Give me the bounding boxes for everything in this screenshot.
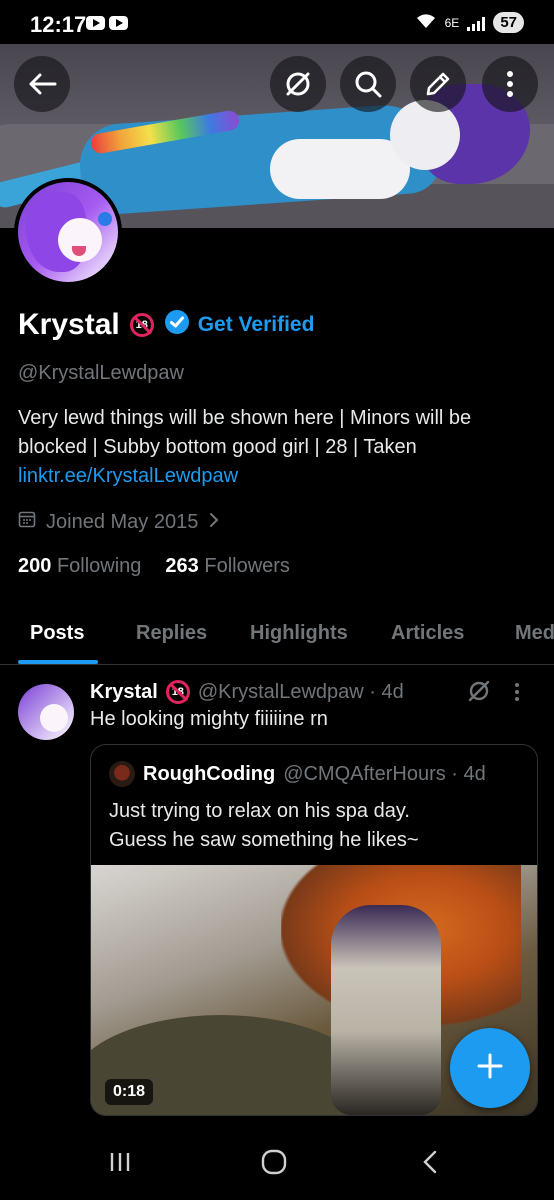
- quoted-post-meta: @CMQAfterHours · 4d: [283, 762, 486, 785]
- status-time: 12:17: [30, 12, 87, 37]
- compose-post-button[interactable]: [450, 1028, 530, 1108]
- grok-button[interactable]: [270, 56, 326, 112]
- tab-posts[interactable]: Posts: [30, 622, 84, 645]
- search-icon: [354, 70, 382, 98]
- pencil-icon: [424, 70, 452, 98]
- plus-icon: [477, 1053, 503, 1084]
- tab-replies[interactable]: Replies: [136, 622, 207, 645]
- following-link[interactable]: 200 Following: [18, 555, 141, 578]
- profile-handle: @KrystalLewdpaw: [18, 362, 184, 384]
- profile-bio: Very lewd things will be shown here | Mi…: [18, 404, 538, 491]
- get-verified-button[interactable]: Get Verified: [164, 309, 315, 341]
- notification-icons: [86, 16, 128, 30]
- quoted-text-line: Just trying to relax on his spa day.: [109, 800, 410, 822]
- active-tab-indicator: [18, 660, 98, 664]
- post-author-avatar[interactable]: [18, 684, 74, 740]
- more-button[interactable]: [482, 56, 538, 112]
- post-header: Krystal 18 @KrystalLewdpaw · 4d: [90, 680, 404, 704]
- youtube-notification-icon: [86, 16, 105, 30]
- post-meta: @KrystalLewdpaw · 4d: [197, 680, 404, 703]
- bio-text: Very lewd things will be shown here | Mi…: [18, 407, 472, 458]
- system-nav-bar: [0, 1124, 554, 1200]
- following-label: Following: [56, 555, 142, 577]
- bio-link[interactable]: linktr.ee/KrystalLewdpaw: [18, 462, 538, 491]
- back-button[interactable]: [14, 56, 70, 112]
- followers-count: 263: [165, 555, 199, 577]
- calendar-icon: [18, 510, 36, 534]
- post-author-name[interactable]: Krystal: [90, 681, 158, 704]
- tab-media[interactable]: Media: [515, 622, 554, 645]
- follow-stats: 200 Following 263 Followers: [18, 555, 290, 578]
- grok-icon: [283, 69, 313, 99]
- age-restricted-badge: 18: [165, 680, 190, 704]
- back-chevron-icon: [421, 1149, 439, 1180]
- verified-badge-icon: [164, 309, 190, 341]
- home-icon: [261, 1149, 287, 1180]
- joined-label: Joined May 2015: [46, 510, 199, 533]
- signal-icon: [467, 15, 486, 31]
- chevron-right-icon: [208, 511, 220, 534]
- quoted-text-line: Guess he saw something he likes~: [109, 829, 419, 851]
- age-restricted-badge: 18: [129, 313, 154, 337]
- followers-link[interactable]: 263 Followers: [165, 555, 290, 578]
- home-button[interactable]: [254, 1148, 294, 1180]
- tab-highlights[interactable]: Highlights: [250, 622, 348, 645]
- get-verified-label: Get Verified: [197, 313, 315, 336]
- arrow-left-icon: [27, 72, 57, 96]
- wifi-icon: [415, 13, 437, 32]
- following-count: 200: [18, 555, 52, 577]
- post-more-icon[interactable]: [514, 682, 520, 707]
- video-duration: 0:18: [105, 1079, 154, 1105]
- edit-button[interactable]: [410, 56, 466, 112]
- more-vertical-icon: [506, 70, 514, 98]
- profile-name-row: Krystal 18 Get Verified: [18, 308, 314, 342]
- profile-tabs: Posts Replies Highlights Articles Media: [0, 600, 554, 665]
- quoted-author-name: RoughCoding: [143, 762, 276, 785]
- joined-date[interactable]: Joined May 2015: [18, 510, 220, 534]
- search-button[interactable]: [340, 56, 396, 112]
- youtube-notification-icon: [109, 16, 128, 30]
- tab-articles[interactable]: Articles: [391, 622, 464, 645]
- quoted-post-header: RoughCoding @CMQAfterHours · 4d: [109, 761, 486, 787]
- grok-icon[interactable]: [466, 678, 492, 709]
- recents-button[interactable]: [100, 1148, 140, 1180]
- quoted-author-avatar: [109, 761, 135, 787]
- profile-name: Krystal: [18, 308, 120, 341]
- profile-avatar[interactable]: [14, 178, 122, 286]
- followers-label: Followers: [204, 555, 290, 577]
- recents-icon: [108, 1150, 132, 1179]
- system-back-button[interactable]: [410, 1148, 450, 1180]
- network-type: 6E: [444, 15, 460, 30]
- battery-indicator: 57: [493, 12, 524, 33]
- quoted-post-text: Just trying to relax on his spa day. Gue…: [109, 797, 519, 855]
- post-text: He looking mighty fiiiiine rn: [90, 708, 328, 730]
- status-bar: 12:17 6E 57: [0, 0, 554, 44]
